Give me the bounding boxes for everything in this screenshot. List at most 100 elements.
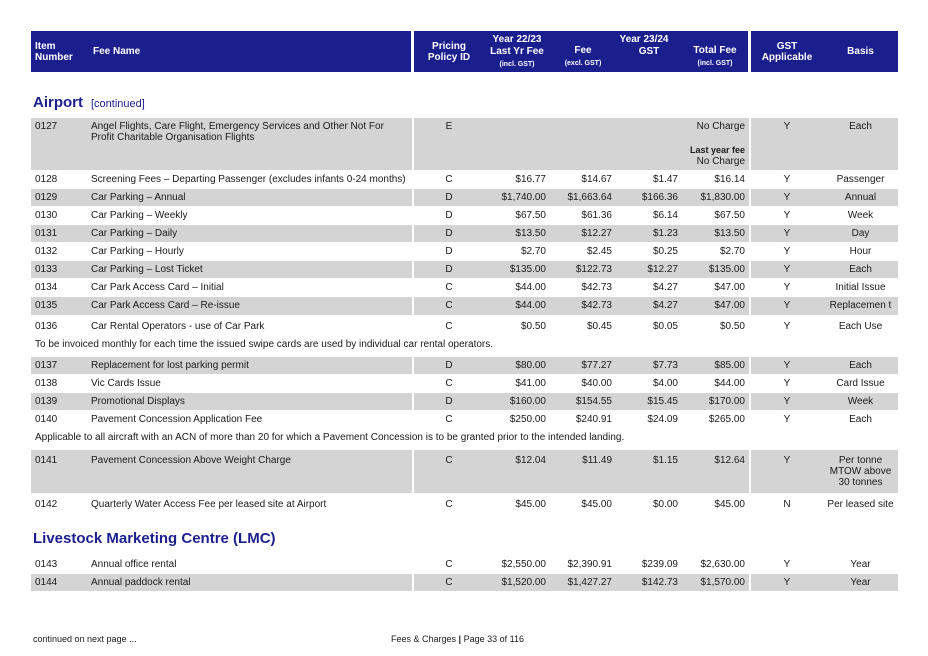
table-row: 0132 Car Parking – Hourly D $2.70 $2.45 $0.25… <box>31 243 898 261</box>
fee-name: Car Rental Operators - use of Car Park <box>87 316 414 336</box>
row-note: Applicable to all aircraft with an ACN o… <box>31 429 898 450</box>
basis: Annual <box>823 189 898 207</box>
fee-excl-gst: $2.45 <box>550 243 616 261</box>
fee-name: Annual office rental <box>87 556 414 574</box>
total-fee: $1,830.00 <box>682 189 751 207</box>
last-yr-fee: $135.00 <box>484 261 550 279</box>
last-yr-fee: $250.00 <box>484 411 550 429</box>
total-fee: $67.50 <box>682 207 751 225</box>
gst-applicable: Y <box>751 279 823 297</box>
fee-excl-gst: $240.91 <box>550 411 616 429</box>
item-number: 0138 <box>31 375 87 393</box>
basis: Card Issue <box>823 375 898 393</box>
item-number: 0129 <box>31 189 87 207</box>
item-number: 0143 <box>31 556 87 574</box>
total-fee: $1,570.00 <box>682 574 751 592</box>
gst-applicable: Y <box>751 393 823 411</box>
pricing-policy: C <box>414 171 484 189</box>
gst-amount: $7.73 <box>616 357 682 375</box>
table-row: 0131 Car Parking – Daily D $13.50 $12.27 $1.2… <box>31 225 898 243</box>
fee-excl-gst <box>550 118 616 171</box>
fee-excl-gst: $122.73 <box>550 261 616 279</box>
gst-amount: $1.23 <box>616 225 682 243</box>
airport-fee-table: 0127 Angel Flights, Care Flight, Emergenc… <box>31 118 898 515</box>
item-number: 0139 <box>31 393 87 411</box>
item-number: 0132 <box>31 243 87 261</box>
gst-applicable: Y <box>751 556 823 574</box>
item-number: 0135 <box>31 297 87 316</box>
basis: Replacemen t <box>823 297 898 316</box>
item-number: 0136 <box>31 316 87 336</box>
table-row: 0127 Angel Flights, Care Flight, Emergenc… <box>31 118 898 171</box>
fee-excl-gst: $77.27 <box>550 357 616 375</box>
last-yr-fee: $1,520.00 <box>484 574 550 592</box>
fee-excl-gst: $40.00 <box>550 375 616 393</box>
total-fee: $13.50 <box>682 225 751 243</box>
last-yr-fee: $2,550.00 <box>484 556 550 574</box>
fee-name: Car Parking – Lost Ticket <box>87 261 414 279</box>
basis: Initial Issue <box>823 279 898 297</box>
footer-page-info: Fees & Charges | Page 33 of 116 <box>391 634 524 644</box>
table-row: 0137 Replacement for lost parking permit D… <box>31 357 898 375</box>
last-yr-fee: $1,740.00 <box>484 189 550 207</box>
fee-name: Annual paddock rental <box>87 574 414 592</box>
gst-applicable: Y <box>751 297 823 316</box>
basis: Each <box>823 411 898 429</box>
gst-amount: $4.00 <box>616 375 682 393</box>
basis: Week <box>823 393 898 411</box>
gst-applicable: Y <box>751 189 823 207</box>
fee-excl-gst: $154.55 <box>550 393 616 411</box>
fee-excl-gst: $14.67 <box>550 171 616 189</box>
header-basis: Basis <box>823 31 898 72</box>
basis: Week <box>823 207 898 225</box>
gst-applicable: Y <box>751 411 823 429</box>
basis: Day <box>823 225 898 243</box>
header-gst-applicable: GST Applicable <box>751 31 823 72</box>
last-yr-fee: $160.00 <box>484 393 550 411</box>
gst-amount: $0.05 <box>616 316 682 336</box>
pricing-policy: C <box>414 375 484 393</box>
pricing-policy: C <box>414 297 484 316</box>
pricing-policy: D <box>414 393 484 411</box>
item-number: 0128 <box>31 171 87 189</box>
total-fee: $12.64 <box>682 450 751 494</box>
gst-applicable: Y <box>751 261 823 279</box>
total-fee: $2,630.00 <box>682 556 751 574</box>
gst-amount: $4.27 <box>616 297 682 316</box>
gst-amount: $6.14 <box>616 207 682 225</box>
gst-amount: $166.36 <box>616 189 682 207</box>
basis: Per leased site <box>823 494 898 515</box>
item-number: 0130 <box>31 207 87 225</box>
gst-amount: $1.47 <box>616 171 682 189</box>
table-row: 0139 Promotional Displays D $160.00 $154.55 $… <box>31 393 898 411</box>
table-row: 0133 Car Parking – Lost Ticket D $135.00 $12… <box>31 261 898 279</box>
total-fee: $0.50 <box>682 316 751 336</box>
fee-excl-gst: $12.27 <box>550 225 616 243</box>
table-row: 0135 Car Park Access Card – Re-issue C $44.… <box>31 297 898 316</box>
fee-name: Car Parking – Daily <box>87 225 414 243</box>
last-yr-fee <box>484 118 550 171</box>
pricing-policy: E <box>414 118 484 171</box>
gst-applicable: Y <box>751 357 823 375</box>
table-row: 0144 Annual paddock rental C $1,520.00 $1,42… <box>31 574 898 592</box>
header-fee-name: Fee Name <box>87 31 411 72</box>
fee-excl-gst: $61.36 <box>550 207 616 225</box>
table-row: 0143 Annual office rental C $2,550.00 $2,390… <box>31 556 898 574</box>
gst-applicable: Y <box>751 450 823 494</box>
last-yr-fee: $45.00 <box>484 494 550 515</box>
gst-applicable: Y <box>751 207 823 225</box>
fee-name: Car Park Access Card – Initial <box>87 279 414 297</box>
row-note: To be invoiced monthly for each time the… <box>31 336 898 357</box>
gst-amount: $12.27 <box>616 261 682 279</box>
fee-excl-gst: $42.73 <box>550 297 616 316</box>
pricing-policy: C <box>414 279 484 297</box>
table-row: 0141 Pavement Concession Above Weight Cha… <box>31 450 898 494</box>
last-yr-fee: $16.77 <box>484 171 550 189</box>
table-row: 0130 Car Parking – Weekly D $67.50 $61.36 $6.… <box>31 207 898 225</box>
basis: Per tonne MTOW above 30 tonnes <box>823 450 898 494</box>
fee-name: Car Parking – Annual <box>87 189 414 207</box>
basis: Hour <box>823 243 898 261</box>
last-yr-fee: $12.04 <box>484 450 550 494</box>
total-fee: $45.00 <box>682 494 751 515</box>
item-number: 0142 <box>31 494 87 515</box>
